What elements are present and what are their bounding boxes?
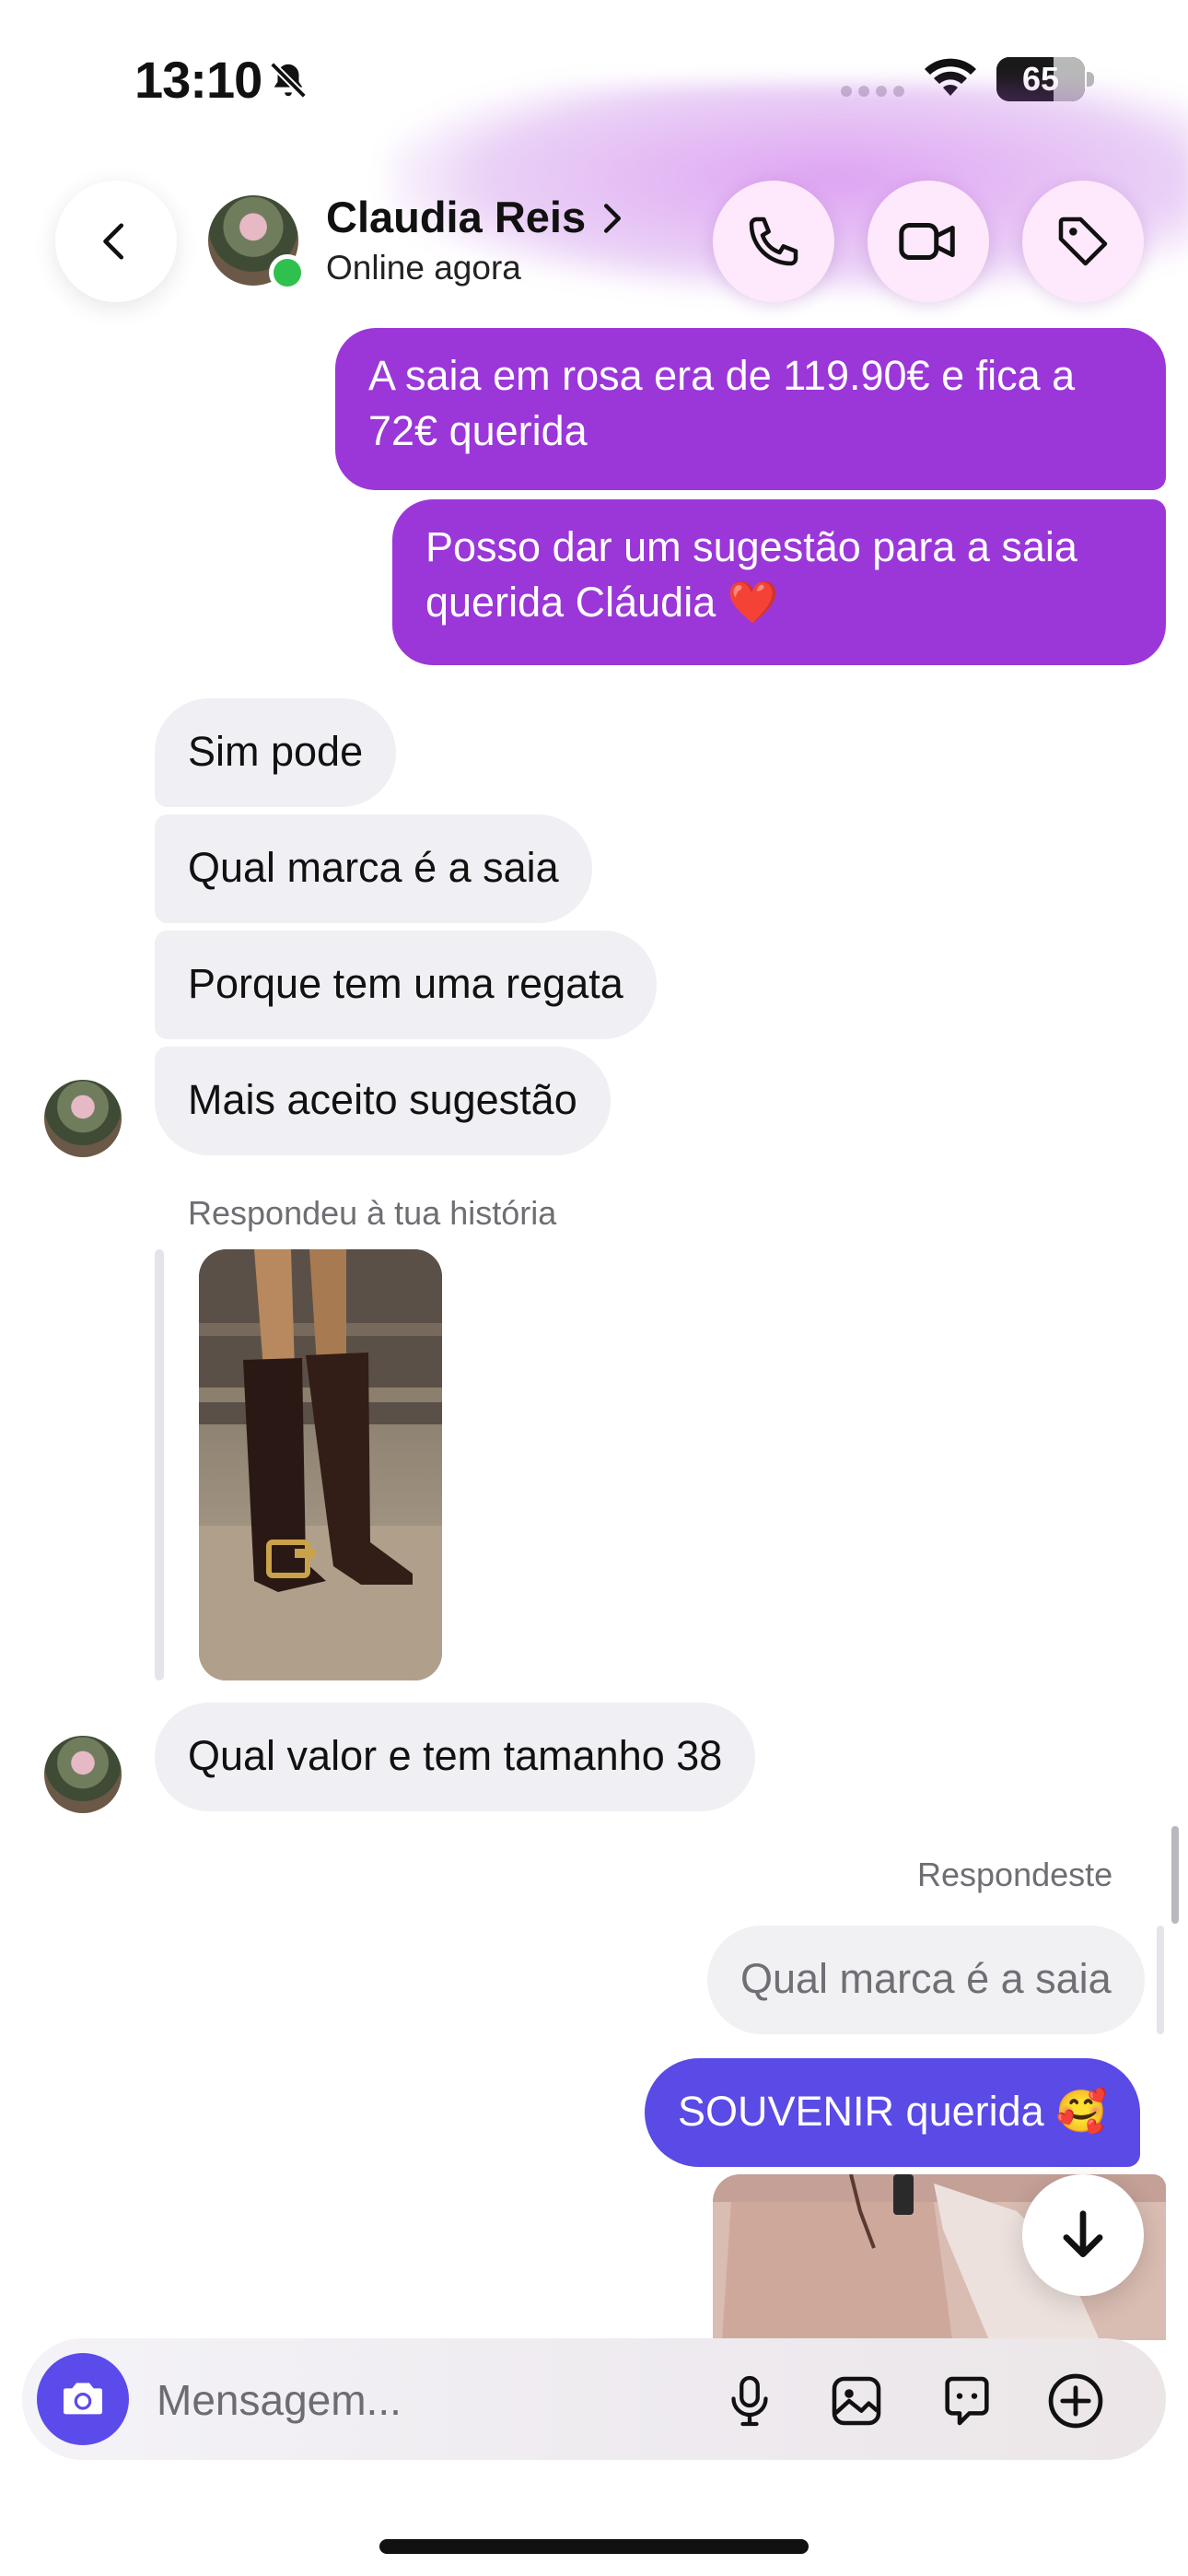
message-incoming[interactable]: Mais aceito sugestão [155,1047,611,1155]
arrow-down-icon [1063,2210,1103,2258]
reply-quote[interactable]: Qual marca é a saia [707,1926,1145,2034]
tag-icon [1058,217,1108,266]
scroll-to-bottom-button[interactable] [1022,2174,1144,2296]
camera-icon [64,2383,102,2415]
back-icon [103,223,124,260]
gallery-button[interactable] [823,2368,890,2434]
story-reply-bar [155,1249,164,1680]
contact-status: Online agora [326,249,521,287]
back-button[interactable] [55,181,177,302]
scrollbar[interactable] [1171,1826,1179,1924]
chevron-right-icon [603,204,622,233]
story-thumbnail[interactable] [199,1249,442,1680]
voice-call-button[interactable] [713,181,834,302]
sticker-button[interactable] [934,2368,1000,2434]
video-icon [899,223,955,260]
message-outgoing[interactable]: A saia em rosa era de 119.90€ e fica a 7… [335,328,1166,490]
plus-icon [1048,2373,1103,2429]
add-button[interactable] [1042,2368,1109,2434]
message-outgoing[interactable]: SOUVENIR querida 🥰 [645,2058,1141,2167]
camera-button[interactable] [37,2353,129,2445]
message-input[interactable] [155,2368,693,2432]
microphone-button[interactable] [716,2368,783,2434]
bell-slash-icon [270,62,307,99]
home-indicator[interactable] [379,2539,809,2554]
online-indicator [269,254,306,291]
message-incoming[interactable]: Sim pode [155,698,397,807]
boots-image [199,1249,442,1680]
sender-avatar[interactable] [44,1736,122,1813]
contact-name[interactable]: Claudia Reis [326,192,586,242]
message-incoming[interactable]: Qual valor e tem tamanho 38 [155,1703,756,1811]
sender-avatar[interactable] [44,1080,122,1157]
reply-quote-bar [1157,1926,1164,2034]
message-incoming[interactable]: Qual marca é a saia [155,814,592,923]
sticker-icon [945,2376,989,2426]
reply-label: Respondeste [917,1856,1113,1893]
story-reply-label: Respondeu à tua história [188,1194,557,1232]
message-outgoing[interactable]: Posso dar um sugestão para a saia querid… [392,499,1166,665]
status-time: 13:10 [134,51,262,109]
gallery-icon [832,2376,881,2426]
tag-button[interactable] [1022,181,1144,302]
video-call-button[interactable] [868,181,989,302]
message-incoming[interactable]: Porque tem uma regata [155,931,657,1039]
phone-icon [749,217,798,266]
microphone-icon [731,2375,768,2427]
